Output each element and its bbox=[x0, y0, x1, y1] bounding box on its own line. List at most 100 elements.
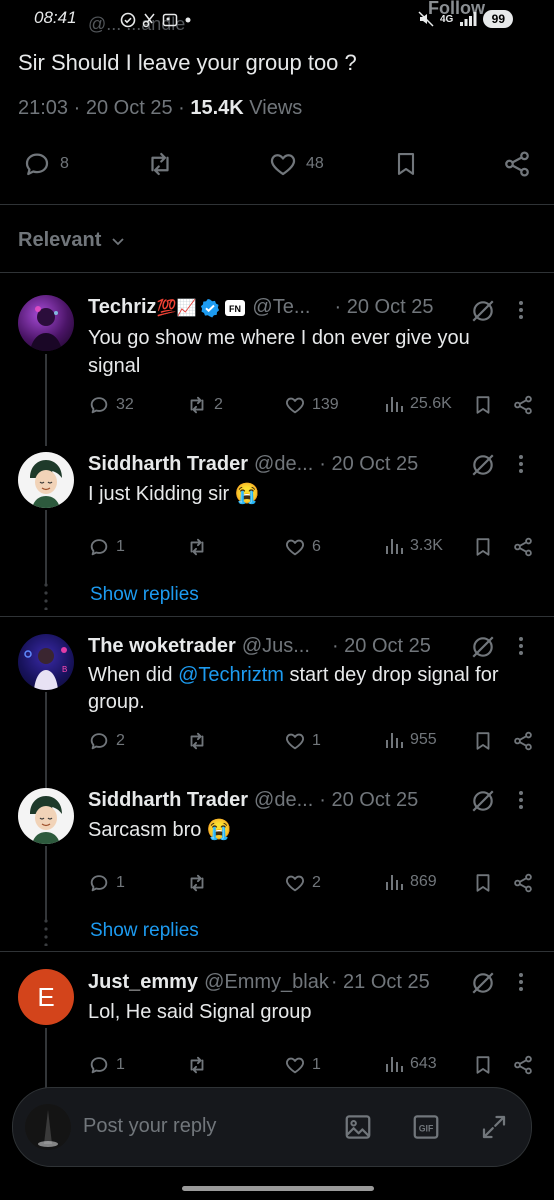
mention-link[interactable]: @Techriztm bbox=[178, 664, 284, 686]
verified-badge-icon bbox=[201, 298, 220, 317]
avatar[interactable] bbox=[18, 452, 74, 508]
grok-icon[interactable] bbox=[470, 970, 496, 996]
share-icon[interactable] bbox=[512, 394, 534, 416]
like-button[interactable]: 2 bbox=[284, 872, 321, 894]
views-stat[interactable]: 643 bbox=[384, 1054, 437, 1074]
reply-actions: 1 1 643 bbox=[88, 1054, 538, 1080]
reply-input[interactable]: Post your reply bbox=[83, 1115, 216, 1138]
views-icon bbox=[386, 397, 403, 412]
share-button[interactable] bbox=[502, 149, 532, 179]
avatar[interactable]: E bbox=[18, 969, 74, 1025]
reply-count: 8 bbox=[60, 155, 69, 172]
display-name[interactable]: Siddharth Trader bbox=[88, 453, 248, 476]
tweet-time: 21:03 bbox=[18, 97, 69, 119]
views-count: 25.6K bbox=[410, 395, 452, 412]
repost-button[interactable] bbox=[144, 149, 176, 179]
reply-button[interactable]: 1 bbox=[88, 536, 125, 558]
like-button[interactable]: 6 bbox=[284, 536, 321, 558]
reply-button[interactable]: 2 bbox=[88, 730, 125, 752]
tweet-actions: 8 48 bbox=[0, 145, 554, 185]
status-right-icons: 4G 99 bbox=[418, 10, 514, 28]
share-icon[interactable] bbox=[512, 730, 534, 752]
repost-button[interactable] bbox=[186, 536, 208, 558]
views-stat[interactable]: 25.6K bbox=[384, 394, 452, 414]
bookmark-icon[interactable] bbox=[472, 1054, 494, 1076]
display-name[interactable]: Just_emmy bbox=[88, 971, 198, 994]
like-button[interactable]: 48 bbox=[268, 149, 324, 179]
svg-text:GIF: GIF bbox=[419, 1123, 434, 1133]
signal-icon bbox=[460, 12, 477, 26]
sort-dropdown[interactable]: Relevant bbox=[18, 229, 127, 252]
bookmark-button[interactable] bbox=[392, 149, 420, 179]
reply-button[interactable]: 8 bbox=[22, 149, 69, 179]
more-icon[interactable] bbox=[516, 298, 526, 322]
repost-button[interactable] bbox=[186, 730, 208, 752]
repost-button[interactable] bbox=[186, 1054, 208, 1076]
share-icon[interactable] bbox=[512, 1054, 534, 1076]
repost-button[interactable] bbox=[186, 872, 208, 894]
bookmark-icon[interactable] bbox=[472, 730, 494, 752]
scissors-icon bbox=[142, 13, 155, 28]
display-name[interactable]: The woketrader bbox=[88, 635, 236, 658]
svg-text:FN: FN bbox=[229, 304, 241, 314]
display-name[interactable]: Techriz bbox=[88, 296, 157, 319]
check-circle-icon bbox=[120, 12, 136, 28]
repost-button[interactable]: 2 bbox=[186, 394, 223, 416]
avatar-image bbox=[30, 796, 62, 844]
views-stat[interactable]: 3.3K bbox=[384, 536, 443, 556]
views-stat[interactable]: 869 bbox=[384, 872, 437, 892]
avatar[interactable] bbox=[18, 295, 74, 351]
reply-button[interactable]: 1 bbox=[88, 1054, 125, 1076]
bookmark-icon[interactable] bbox=[472, 536, 494, 558]
repost-icon bbox=[190, 396, 204, 414]
like-button[interactable]: 139 bbox=[284, 394, 339, 416]
reply-icon bbox=[90, 733, 108, 750]
more-icon[interactable] bbox=[516, 970, 526, 994]
image-icon[interactable] bbox=[343, 1112, 373, 1142]
bookmark-icon[interactable] bbox=[472, 872, 494, 894]
views-stat[interactable]: 955 bbox=[384, 730, 437, 750]
reply-actions: 32 2 139 25.6K bbox=[88, 394, 538, 420]
bookmark-icon[interactable] bbox=[472, 394, 494, 416]
share-icon[interactable] bbox=[512, 872, 534, 894]
display-name[interactable]: Siddharth Trader bbox=[88, 789, 248, 812]
show-replies-link[interactable]: Show replies bbox=[90, 920, 199, 942]
show-replies-link[interactable]: Show replies bbox=[90, 584, 199, 606]
reply-actions: 1 2 869 bbox=[88, 872, 538, 898]
like-count: 48 bbox=[306, 155, 324, 172]
repost-icon bbox=[190, 732, 204, 750]
avatar[interactable]: B bbox=[18, 634, 74, 690]
home-indicator bbox=[182, 1186, 374, 1191]
grok-icon[interactable] bbox=[470, 634, 496, 660]
reply-button[interactable]: 32 bbox=[88, 394, 134, 416]
expand-icon[interactable] bbox=[479, 1112, 509, 1142]
avatar[interactable] bbox=[18, 788, 74, 844]
like-count: 2 bbox=[312, 874, 321, 891]
divider bbox=[0, 951, 554, 952]
like-button[interactable]: 1 bbox=[284, 1054, 321, 1076]
reply-text: Lol, He said Signal group bbox=[88, 1001, 312, 1023]
svg-text:B: B bbox=[62, 665, 67, 674]
like-icon bbox=[270, 154, 296, 176]
divider bbox=[0, 272, 554, 273]
reply-icon bbox=[90, 397, 108, 414]
thread-line bbox=[45, 692, 47, 788]
reply-composer[interactable]: Post your reply GIF bbox=[12, 1087, 532, 1167]
share-icon[interactable] bbox=[512, 536, 534, 558]
grok-icon[interactable] bbox=[470, 788, 496, 814]
like-icon bbox=[286, 1057, 304, 1074]
like-button[interactable]: 1 bbox=[284, 730, 321, 752]
reply-header: Just_emmy @Emmy_blak · 21 Oct 25 bbox=[88, 971, 430, 994]
gallery-icon bbox=[162, 13, 178, 27]
grok-icon[interactable] bbox=[470, 298, 496, 324]
more-icon[interactable] bbox=[516, 452, 526, 476]
more-icon[interactable] bbox=[516, 634, 526, 658]
like-count: 139 bbox=[312, 396, 339, 413]
more-icon[interactable] bbox=[516, 788, 526, 812]
share-icon bbox=[505, 151, 529, 177]
reply-header: Siddharth Trader @de... · 20 Oct 25 bbox=[88, 453, 418, 476]
reply-button[interactable]: 1 bbox=[88, 872, 125, 894]
divider bbox=[0, 204, 554, 205]
grok-icon[interactable] bbox=[470, 452, 496, 478]
gif-icon[interactable]: GIF bbox=[411, 1112, 441, 1142]
